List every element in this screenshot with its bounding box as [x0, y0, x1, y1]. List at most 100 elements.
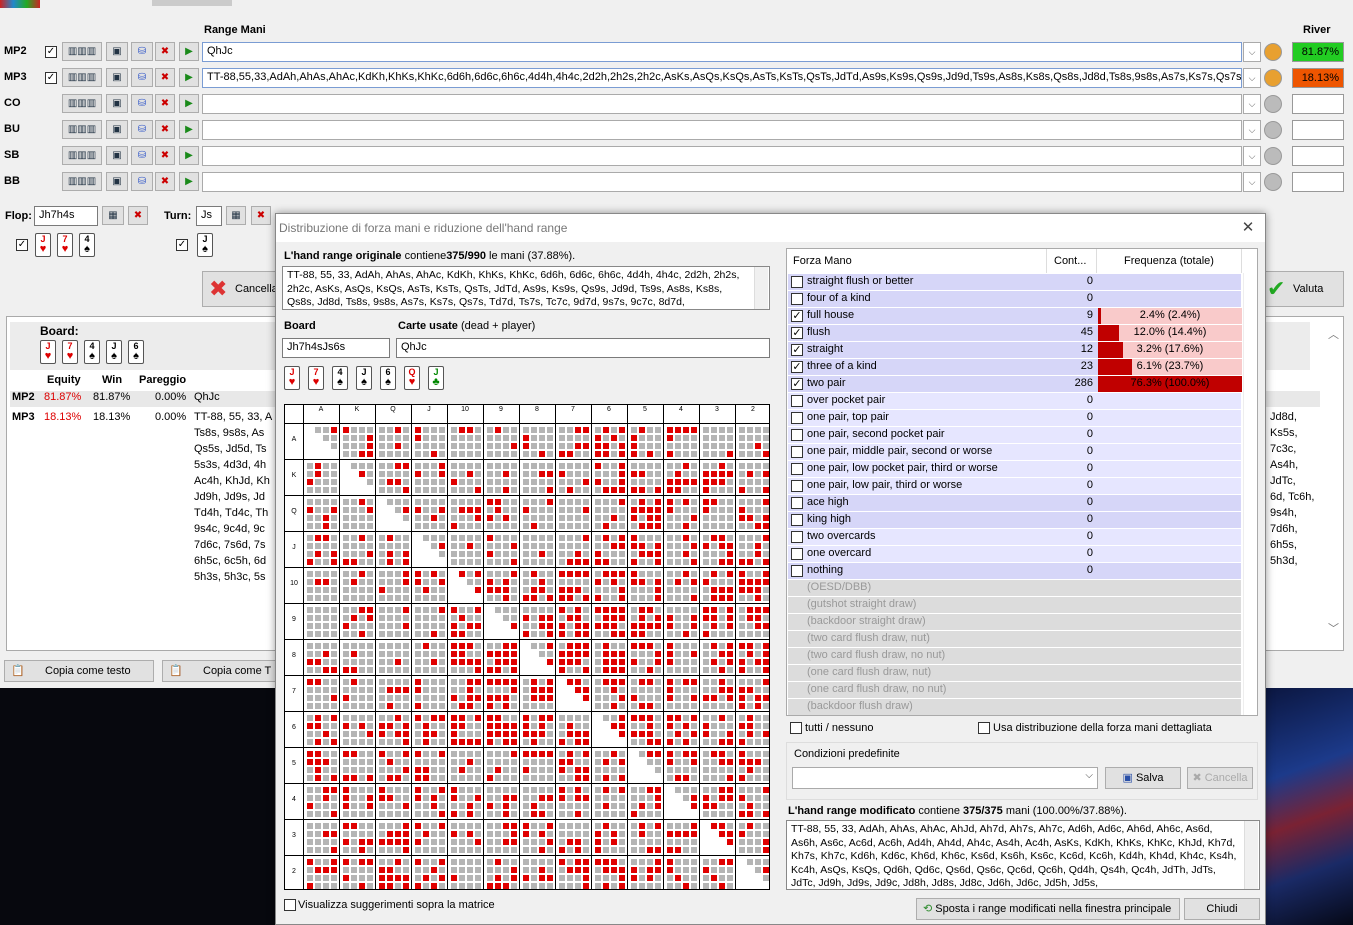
matrix-cell[interactable] [619, 571, 625, 577]
matrix-cell[interactable] [667, 579, 673, 585]
matrix-cell[interactable] [475, 739, 481, 745]
matrix-cell[interactable] [655, 667, 661, 673]
matrix-cell[interactable] [431, 463, 437, 469]
matrix-cell[interactable] [611, 427, 617, 433]
matrix-cell[interactable] [619, 443, 625, 449]
matrix-cell[interactable] [387, 703, 393, 709]
matrix-cell[interactable] [639, 615, 645, 621]
matrix-cell[interactable] [763, 479, 769, 485]
matrix-cell[interactable] [431, 839, 437, 845]
matrix-cell[interactable] [315, 651, 321, 657]
matrix-cell[interactable] [655, 723, 661, 729]
matrix-cell[interactable] [379, 831, 385, 837]
matrix-cell[interactable] [611, 723, 617, 729]
matrix-cell[interactable] [567, 579, 573, 585]
matrix-cell[interactable] [331, 715, 337, 721]
matrix-cell[interactable] [403, 715, 409, 721]
matrix-cell[interactable] [583, 687, 589, 693]
matrix-cell[interactable] [511, 723, 517, 729]
matrix-cell[interactable] [727, 451, 733, 457]
matrix-cell[interactable] [511, 595, 517, 601]
matrix-cell[interactable] [711, 703, 717, 709]
matrix-cell[interactable] [683, 595, 689, 601]
matrix-cell[interactable] [495, 759, 501, 765]
matrix-cell[interactable] [763, 535, 769, 541]
matrix-cell[interactable] [331, 523, 337, 529]
matrix-cell[interactable] [619, 595, 625, 601]
matrix-cell[interactable] [475, 811, 481, 817]
matrix-cell[interactable] [631, 523, 637, 529]
matrix-cell[interactable] [539, 463, 545, 469]
matrix-cell[interactable] [503, 487, 509, 493]
matrix-cell[interactable] [323, 559, 329, 565]
matrix-cell[interactable] [547, 543, 553, 549]
matrix-cell[interactable] [415, 443, 421, 449]
matrix-cell[interactable] [691, 643, 697, 649]
matrix-cell[interactable] [667, 659, 673, 665]
matrix-cell[interactable] [575, 451, 581, 457]
matrix-cell[interactable] [359, 667, 365, 673]
matrix-cell[interactable] [511, 615, 517, 621]
matrix-cell[interactable] [595, 579, 601, 585]
matrix-cell[interactable] [547, 515, 553, 521]
matrix-cell[interactable] [755, 607, 761, 613]
matrix-cell[interactable] [675, 559, 681, 565]
matrix-cell[interactable] [739, 803, 745, 809]
matrix-cell[interactable] [691, 687, 697, 693]
matrix-cell[interactable] [467, 847, 473, 853]
matrix-cell[interactable] [703, 767, 709, 773]
matrix-cell[interactable] [431, 883, 437, 889]
matrix-cell[interactable] [755, 463, 761, 469]
matrix-cell[interactable] [307, 643, 313, 649]
matrix-cell[interactable] [703, 543, 709, 549]
matrix-cell[interactable] [747, 559, 753, 565]
matrix-cell[interactable] [451, 559, 457, 565]
matrix-cell[interactable] [639, 435, 645, 441]
matrix-cell[interactable] [511, 487, 517, 493]
matrix-cell[interactable] [539, 695, 545, 701]
matrix-cell[interactable] [667, 559, 673, 565]
matrix-cell[interactable] [559, 787, 565, 793]
matrix-cell[interactable] [559, 839, 565, 845]
matrix-cell[interactable] [395, 463, 401, 469]
matrix-cell[interactable] [415, 867, 421, 873]
matrix-cell[interactable] [475, 795, 481, 801]
matrix-cell[interactable] [359, 607, 365, 613]
matrix-cell[interactable] [351, 759, 357, 765]
matrix-cell[interactable] [467, 451, 473, 457]
matrix-cell[interactable] [583, 867, 589, 873]
matrix-cell[interactable] [691, 795, 697, 801]
matrix-cell[interactable] [403, 579, 409, 585]
matrix-cell[interactable] [323, 787, 329, 793]
matrix-cell[interactable] [747, 787, 753, 793]
matrix-cell[interactable] [511, 559, 517, 565]
matrix-cell[interactable] [439, 831, 445, 837]
matrix-cell[interactable] [415, 847, 421, 853]
matrix-cell[interactable] [475, 651, 481, 657]
matrix-cell[interactable] [559, 487, 565, 493]
matrix-cell[interactable] [719, 759, 725, 765]
matrix-cell[interactable] [647, 499, 653, 505]
matrix-cell[interactable] [763, 435, 769, 441]
matrix-cell[interactable] [567, 867, 573, 873]
matrix-cell[interactable] [755, 715, 761, 721]
strength-row[interactable]: one pair, second pocket pair 0 [788, 427, 1241, 444]
matrix-cell[interactable] [655, 623, 661, 629]
matrix-cell[interactable] [439, 739, 445, 745]
matrix-cell[interactable] [343, 579, 349, 585]
matrix-cell[interactable] [567, 571, 573, 577]
matrix-cell[interactable] [675, 451, 681, 457]
matrix-cell[interactable] [423, 679, 429, 685]
matrix-cell[interactable] [567, 551, 573, 557]
matrix-cell[interactable] [523, 499, 529, 505]
matrix-cell[interactable] [595, 523, 601, 529]
matrix-cell[interactable] [675, 695, 681, 701]
matrix-cell[interactable] [583, 631, 589, 637]
matrix-cell[interactable] [631, 731, 637, 737]
matrix-cell[interactable] [379, 787, 385, 793]
matrix-cell[interactable] [675, 751, 681, 757]
matrix-cell[interactable] [539, 515, 545, 521]
matrix-cell[interactable] [667, 543, 673, 549]
matrix-cell[interactable] [511, 623, 517, 629]
matrix-cell[interactable] [511, 551, 517, 557]
